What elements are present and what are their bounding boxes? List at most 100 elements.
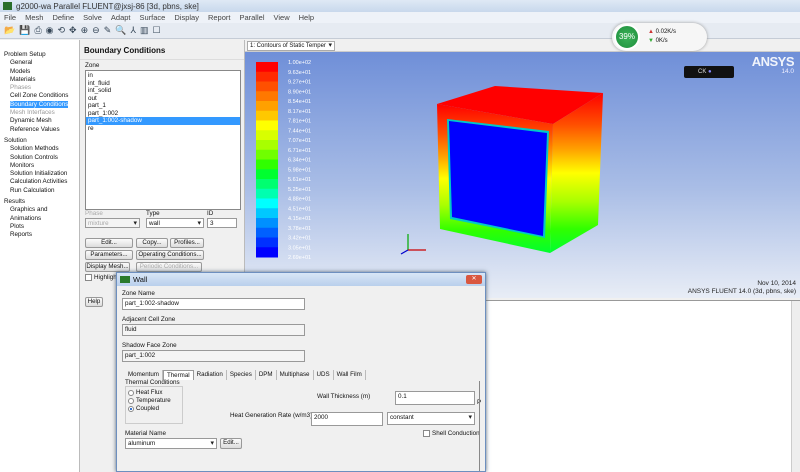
colorbar-label: 8.17e+01 (288, 109, 311, 115)
tree-item-solution-methods[interactable]: Solution Methods (0, 145, 79, 153)
type-select[interactable]: wall (146, 218, 204, 228)
save-icon[interactable]: 💾 (19, 25, 30, 36)
zone-list-item[interactable]: in (86, 72, 240, 80)
material-edit-button[interactable]: Edit... (220, 438, 242, 449)
colorbar-band (256, 91, 278, 102)
zone-name-input[interactable]: part_1:002-shadow (122, 298, 305, 310)
tree-item-materials[interactable]: Materials (0, 76, 79, 84)
graphics-window-select[interactable]: 1: Contours of Static Temper (247, 41, 335, 51)
dialog-scrollbar[interactable] (479, 381, 480, 471)
menu-display[interactable]: Display (174, 13, 199, 22)
tree-section-results[interactable]: Results (0, 198, 79, 206)
tab-dpm[interactable]: DPM (256, 370, 277, 380)
menu-report[interactable]: Report (208, 13, 231, 22)
tree-item-dynamic-mesh[interactable]: Dynamic Mesh (0, 117, 79, 125)
tree-section-solution[interactable]: Solution (0, 137, 79, 145)
zone-list-item[interactable]: part_1 (86, 102, 240, 110)
menu-solve[interactable]: Solve (83, 13, 102, 22)
pan-icon[interactable]: ✥ (69, 25, 77, 36)
parameters-button[interactable]: Parameters... (85, 250, 133, 260)
zone-list[interactable]: in int_fluid int_solid out part_1 part_1:002 p… (85, 70, 241, 210)
tree-item-solution-controls[interactable]: Solution Controls (0, 154, 79, 162)
layout-icon[interactable]: ▥ (140, 25, 149, 36)
help-button[interactable]: Help (85, 297, 103, 307)
close-button[interactable]: ✕ (466, 275, 482, 284)
zone-list-item[interactable]: part_1:002 (86, 110, 240, 118)
menu-adapt[interactable]: Adapt (111, 13, 131, 22)
zone-list-item[interactable]: int_solid (86, 87, 240, 95)
phase-select: mixture (85, 218, 140, 228)
view-control-bar[interactable]: CK ● (684, 66, 734, 78)
heat-generation-method-select[interactable]: constant (387, 412, 475, 425)
menu-view[interactable]: View (273, 13, 289, 22)
menu-define[interactable]: Define (52, 13, 74, 22)
tree-item-models[interactable]: Models (0, 68, 79, 76)
zone-list-item[interactable]: out (86, 95, 240, 103)
heat-generation-input[interactable]: 2000 (311, 412, 383, 426)
tree-item-boundary-conditions[interactable]: Boundary Conditions (0, 100, 79, 109)
ansys-logo: ANSYS (751, 54, 795, 69)
rotate-icon[interactable]: ⟲ (58, 25, 66, 36)
colorbar-label: 7.07e+01 (288, 138, 311, 144)
tree-item-label: Boundary Conditions (10, 100, 69, 108)
axes-icon[interactable]: ⅄ (130, 25, 136, 36)
copy-button[interactable]: Copy... (136, 238, 168, 248)
tree-item-plots[interactable]: Plots (0, 223, 79, 231)
material-select[interactable]: aluminum (125, 438, 217, 449)
radio-temperature[interactable]: Temperature (128, 397, 180, 405)
tree-item-label: Materials (10, 75, 36, 83)
tab-radiation[interactable]: Radiation (194, 370, 227, 380)
colorbar-label: 5.61e+01 (288, 177, 311, 183)
tree-section-problem-setup[interactable]: Problem Setup (0, 51, 79, 59)
tab-multiphase[interactable]: Multiphase (277, 370, 314, 380)
help-icon[interactable]: ◉ (46, 25, 54, 36)
console-scrollbar[interactable] (791, 301, 800, 472)
zone-list-item[interactable]: part_1:002-shadow (86, 117, 240, 125)
menu-help[interactable]: Help (299, 13, 314, 22)
tab-species[interactable]: Species (227, 370, 256, 380)
tree-item-reports[interactable]: Reports (0, 231, 79, 239)
colorbar-band (256, 71, 278, 82)
date-label: Nov 10, 2014 (757, 280, 796, 287)
zoom-box-icon[interactable]: 🔍 (115, 25, 126, 36)
open-icon[interactable]: 📂 (4, 25, 15, 36)
tree-item-general[interactable]: General (0, 59, 79, 67)
tree-item-monitors[interactable]: Monitors (0, 162, 79, 170)
tab-wall-film[interactable]: Wall Film (334, 370, 366, 380)
tab-uds[interactable]: UDS (314, 370, 334, 380)
radio-button-icon[interactable] (128, 398, 134, 404)
tree-item-cell-zone-conditions[interactable]: Cell Zone Conditions (0, 92, 79, 100)
radio-button-icon[interactable] (128, 406, 134, 412)
probe-icon[interactable]: ✎ (104, 25, 112, 36)
menu-surface[interactable]: Surface (140, 13, 166, 22)
shell-conduction-checkbox[interactable]: Shell Conduction (423, 430, 480, 437)
menu-file[interactable]: File (4, 13, 16, 22)
print-icon[interactable]: ⎙ (34, 25, 41, 36)
operating-conditions-button[interactable]: Operating Conditions... (136, 250, 204, 260)
thermal-conditions-group: Heat Flux Temperature Coupled (125, 386, 183, 424)
radio-coupled[interactable]: Coupled (128, 405, 180, 413)
zone-list-item[interactable]: int_fluid (86, 80, 240, 88)
menu-mesh[interactable]: Mesh (25, 13, 43, 22)
zone-list-item[interactable]: re (86, 125, 240, 133)
window-icon[interactable]: ☐ (152, 25, 160, 36)
colorbar-band (256, 247, 278, 258)
profiles-button[interactable]: Profiles... (170, 238, 204, 248)
wall-thickness-input[interactable]: 0.1 (395, 391, 475, 405)
menu-parallel[interactable]: Parallel (239, 13, 264, 22)
graphics-viewport[interactable]: 1.00e+02 9.63e+01 9.27e+01 8.90e+01 8.54e+01… (245, 52, 800, 298)
tree-item-reference-values[interactable]: Reference Values (0, 126, 79, 134)
radio-heat-flux[interactable]: Heat Flux (128, 389, 180, 397)
tree-item-graphics-and-animations[interactable]: Graphics and Animations (0, 206, 79, 223)
console-panel[interactable] (486, 300, 800, 472)
tree-item-calculation-activities[interactable]: Calculation Activities (0, 178, 79, 186)
tree-item-run-calculation[interactable]: Run Calculation (0, 187, 79, 195)
tree-item-label: Plots (10, 222, 24, 230)
tree-item-solution-initialization[interactable]: Solution Initialization (0, 170, 79, 178)
edit-button[interactable]: Edit... (85, 238, 133, 248)
zoom-out-icon[interactable]: ⊖ (92, 25, 100, 36)
zoom-in-icon[interactable]: ⊕ (81, 25, 89, 36)
display-mesh-button[interactable]: Display Mesh... (85, 262, 130, 272)
radio-button-icon[interactable] (128, 390, 134, 396)
colorbar-band (256, 110, 278, 121)
